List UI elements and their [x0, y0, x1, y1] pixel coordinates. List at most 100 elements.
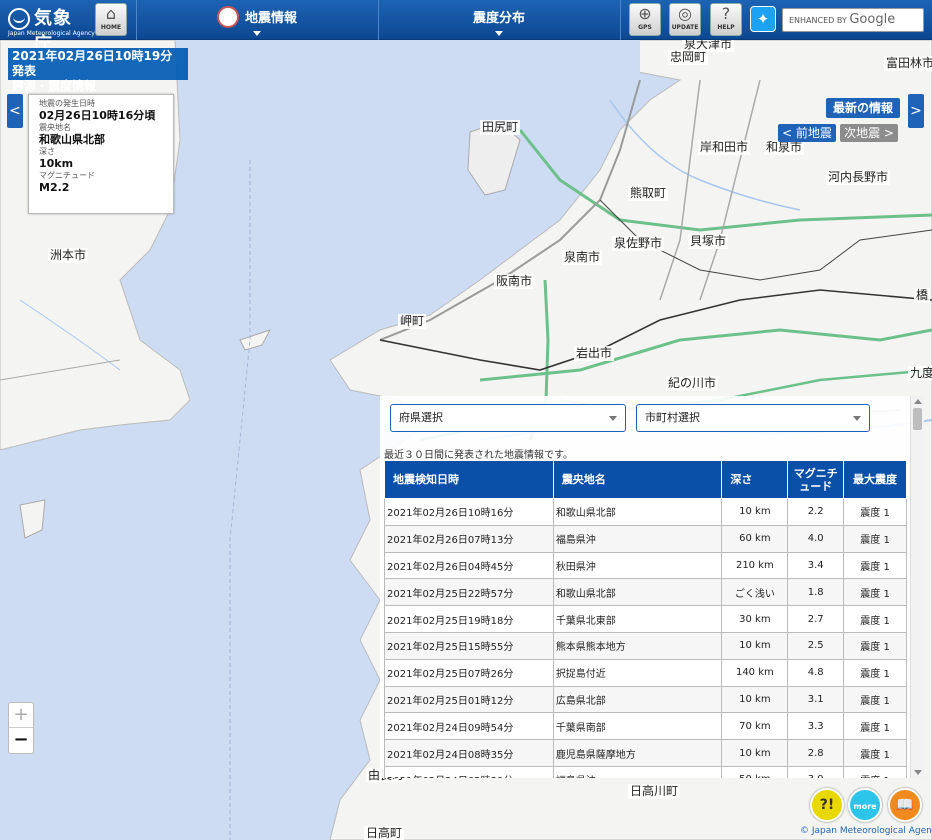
jma-logo[interactable]: 気象庁 Japan Meteorological Agency — [4, 2, 95, 55]
copyright: © Japan Meteorological Agency — [800, 826, 932, 836]
magnitude-key: マグニチュード — [39, 171, 95, 180]
cell-magnitude: 2.5 — [787, 631, 845, 660]
legend-book-icon[interactable]: 📖 — [888, 788, 922, 822]
map-label: 岸和田市 — [698, 140, 751, 155]
google-search-input[interactable]: ENHANCED BY Google — [782, 8, 924, 32]
panel-prev-button[interactable]: < — [7, 94, 23, 128]
cell-intensity: 震度 1 — [843, 551, 907, 580]
cell-depth: 10 km — [721, 739, 789, 767]
map-label: 紀の川市 — [666, 376, 719, 391]
map-label: 忠岡町 — [668, 50, 709, 65]
depth-key: 深さ — [39, 147, 55, 156]
cell-time: 2021年02月25日07時26分 — [384, 658, 554, 687]
cell-place: 福島県沖 — [552, 524, 723, 553]
cell-time: 2021年02月25日19時18分 — [384, 605, 554, 633]
map-label: 日高町 — [364, 826, 405, 840]
cell-time: 2021年02月26日04時45分 — [384, 551, 554, 580]
gps-button[interactable]: ⊕ GPS — [629, 3, 661, 36]
map-label: 岬町 — [398, 314, 427, 329]
map-label: 橋 — [914, 288, 931, 303]
map-label: 泉佐野市 — [612, 236, 665, 251]
table-row[interactable]: 2021年02月25日01時12分 広島県北部 10 km 3.1 震度 1 — [384, 685, 907, 714]
header-divider — [620, 0, 621, 40]
table-row[interactable]: 2021年02月25日19時18分 千葉県北東部 30 km 2.7 震度 1 — [384, 605, 907, 633]
table-row[interactable]: 2021年02月24日02時39分福島県沖50 km3.9震度 1 — [384, 765, 907, 778]
cell-magnitude: 1.8 — [787, 578, 845, 607]
question-icon: ? — [721, 4, 731, 23]
scroll-thumb[interactable] — [913, 408, 922, 430]
col-header-intensity[interactable]: 最大震度 — [843, 460, 907, 499]
table-row[interactable]: 2021年02月25日22時57分 和歌山県北部 ごく浅い 1.8 震度 1 — [384, 578, 907, 607]
cell-depth: 10 km — [721, 685, 789, 714]
municipality-select[interactable]: 市町村選択 — [636, 404, 870, 432]
info-subtitle: 震源・震度情報 — [12, 79, 97, 93]
cell-intensity: 震度 1 — [843, 631, 907, 660]
list-scrollbar[interactable] — [910, 396, 924, 778]
update-button[interactable]: ◎ UPDATE — [669, 3, 701, 36]
quake-menu-icon — [216, 5, 239, 28]
list-note: 最近３０日間に発表された地震情報です。 — [384, 450, 573, 461]
chevron-down-icon — [853, 416, 861, 421]
table-row[interactable]: 2021年02月26日10時16分 和歌山県北部 10 km 2.2 震度 1 — [384, 498, 907, 526]
prefecture-select[interactable]: 府県選択 — [390, 404, 626, 432]
scroll-down-icon[interactable] — [914, 770, 922, 775]
header-bar: 気象庁 Japan Meteorological Agency ⌂ HOME 地… — [0, 0, 932, 55]
map-label: 洲本市 — [48, 248, 89, 263]
cell-place: 和歌山県北部 — [552, 498, 723, 526]
cell-magnitude: 2.7 — [787, 605, 845, 633]
epicenter-value: 和歌山県北部 — [39, 133, 105, 146]
zoom-in-button[interactable]: + — [9, 703, 33, 728]
occurred-value: 02月26日10時16分頃 — [39, 109, 156, 122]
cell-place: 千葉県南部 — [552, 712, 723, 741]
map-label: 九度 — [908, 366, 932, 381]
magnitude-value: M2.2 — [39, 181, 70, 194]
cell-place: 秋田県沖 — [552, 551, 723, 580]
table-row[interactable]: 2021年02月26日04時45分 秋田県沖 210 km 3.4 震度 1 — [384, 551, 907, 580]
faq-icon[interactable]: ?! — [810, 788, 844, 822]
table-row[interactable]: 2021年02月25日07時26分 択捉島付近 140 km 4.8 震度 1 — [384, 658, 907, 687]
quake-info-menu[interactable]: 地震情報 — [136, 0, 378, 40]
chevron-down-icon — [609, 416, 617, 421]
cell-depth: 140 km — [721, 658, 789, 687]
quake-list-scroll[interactable]: 府県選択 市町村選択 最近３０日間に発表された地震情報です。 地震検知日時 震央… — [380, 396, 924, 778]
quake-table: 地震検知日時 震央地名 深さ マグニチュード 最大震度 2021年02月26日1… — [384, 460, 907, 778]
intensity-dist-menu[interactable]: 震度分布 — [378, 0, 620, 40]
cell-time: 2021年02月24日08時35分 — [384, 739, 554, 767]
cell-time: 2021年02月25日22時57分 — [384, 578, 554, 607]
latest-info-button[interactable]: 最新の情報 — [826, 98, 900, 118]
table-row[interactable]: 2021年02月26日07時13分 福島県沖 60 km 4.0 震度 1 — [384, 524, 907, 553]
logo-en: Japan Meteorological Agency — [8, 30, 95, 37]
col-header-time[interactable]: 地震検知日時 — [384, 460, 554, 499]
published-banner: 2021年02月26日10時19分発表 震源・震度情報 — [8, 48, 188, 93]
scroll-up-icon[interactable] — [914, 399, 922, 404]
table-row[interactable]: 2021年02月24日08時35分 鹿児島県薩摩地方 10 km 2.8 震度 1 — [384, 739, 907, 767]
col-header-magnitude[interactable]: マグニチュード — [787, 460, 845, 499]
crosshair-icon: ⊕ — [638, 4, 652, 23]
cell-time: 2021年02月25日15時55分 — [384, 631, 554, 660]
cell-place: 和歌山県北部 — [552, 578, 723, 607]
map-label: 田尻町 — [480, 120, 521, 135]
prev-quake-button[interactable]: < 前地震 — [778, 124, 836, 142]
map-label: 阪南市 — [494, 274, 535, 289]
cell-time: 2021年02月24日09時54分 — [384, 712, 554, 741]
home-button[interactable]: ⌂ HOME — [95, 3, 127, 36]
cell-depth: 70 km — [721, 712, 789, 741]
more-magnifier-icon[interactable]: more — [848, 788, 882, 822]
cell-place: 福島県沖 — [552, 765, 723, 778]
map-label: 泉南市 — [562, 250, 603, 265]
help-button[interactable]: ? HELP — [710, 3, 742, 36]
cell-magnitude: 3.9 — [787, 765, 845, 778]
zoom-out-button[interactable]: − — [9, 728, 33, 753]
next-quake-button[interactable]: 次地震 > — [840, 124, 898, 142]
zoom-control: + − — [8, 702, 34, 754]
cell-magnitude: 3.4 — [787, 551, 845, 580]
map-label: 富田林市 — [884, 56, 932, 71]
col-header-place[interactable]: 震央地名 — [552, 460, 723, 499]
panel-next-button[interactable]: > — [908, 94, 924, 128]
table-row[interactable]: 2021年02月25日15時55分 熊本県熊本地方 10 km 2.5 震度 1 — [384, 631, 907, 660]
col-header-depth[interactable]: 深さ — [721, 460, 789, 499]
cell-depth: 10 km — [721, 631, 789, 660]
twitter-button[interactable]: ✦ — [750, 6, 776, 32]
cell-time: 2021年02月25日01時12分 — [384, 685, 554, 714]
table-row[interactable]: 2021年02月24日09時54分 千葉県南部 70 km 3.3 震度 1 — [384, 712, 907, 741]
